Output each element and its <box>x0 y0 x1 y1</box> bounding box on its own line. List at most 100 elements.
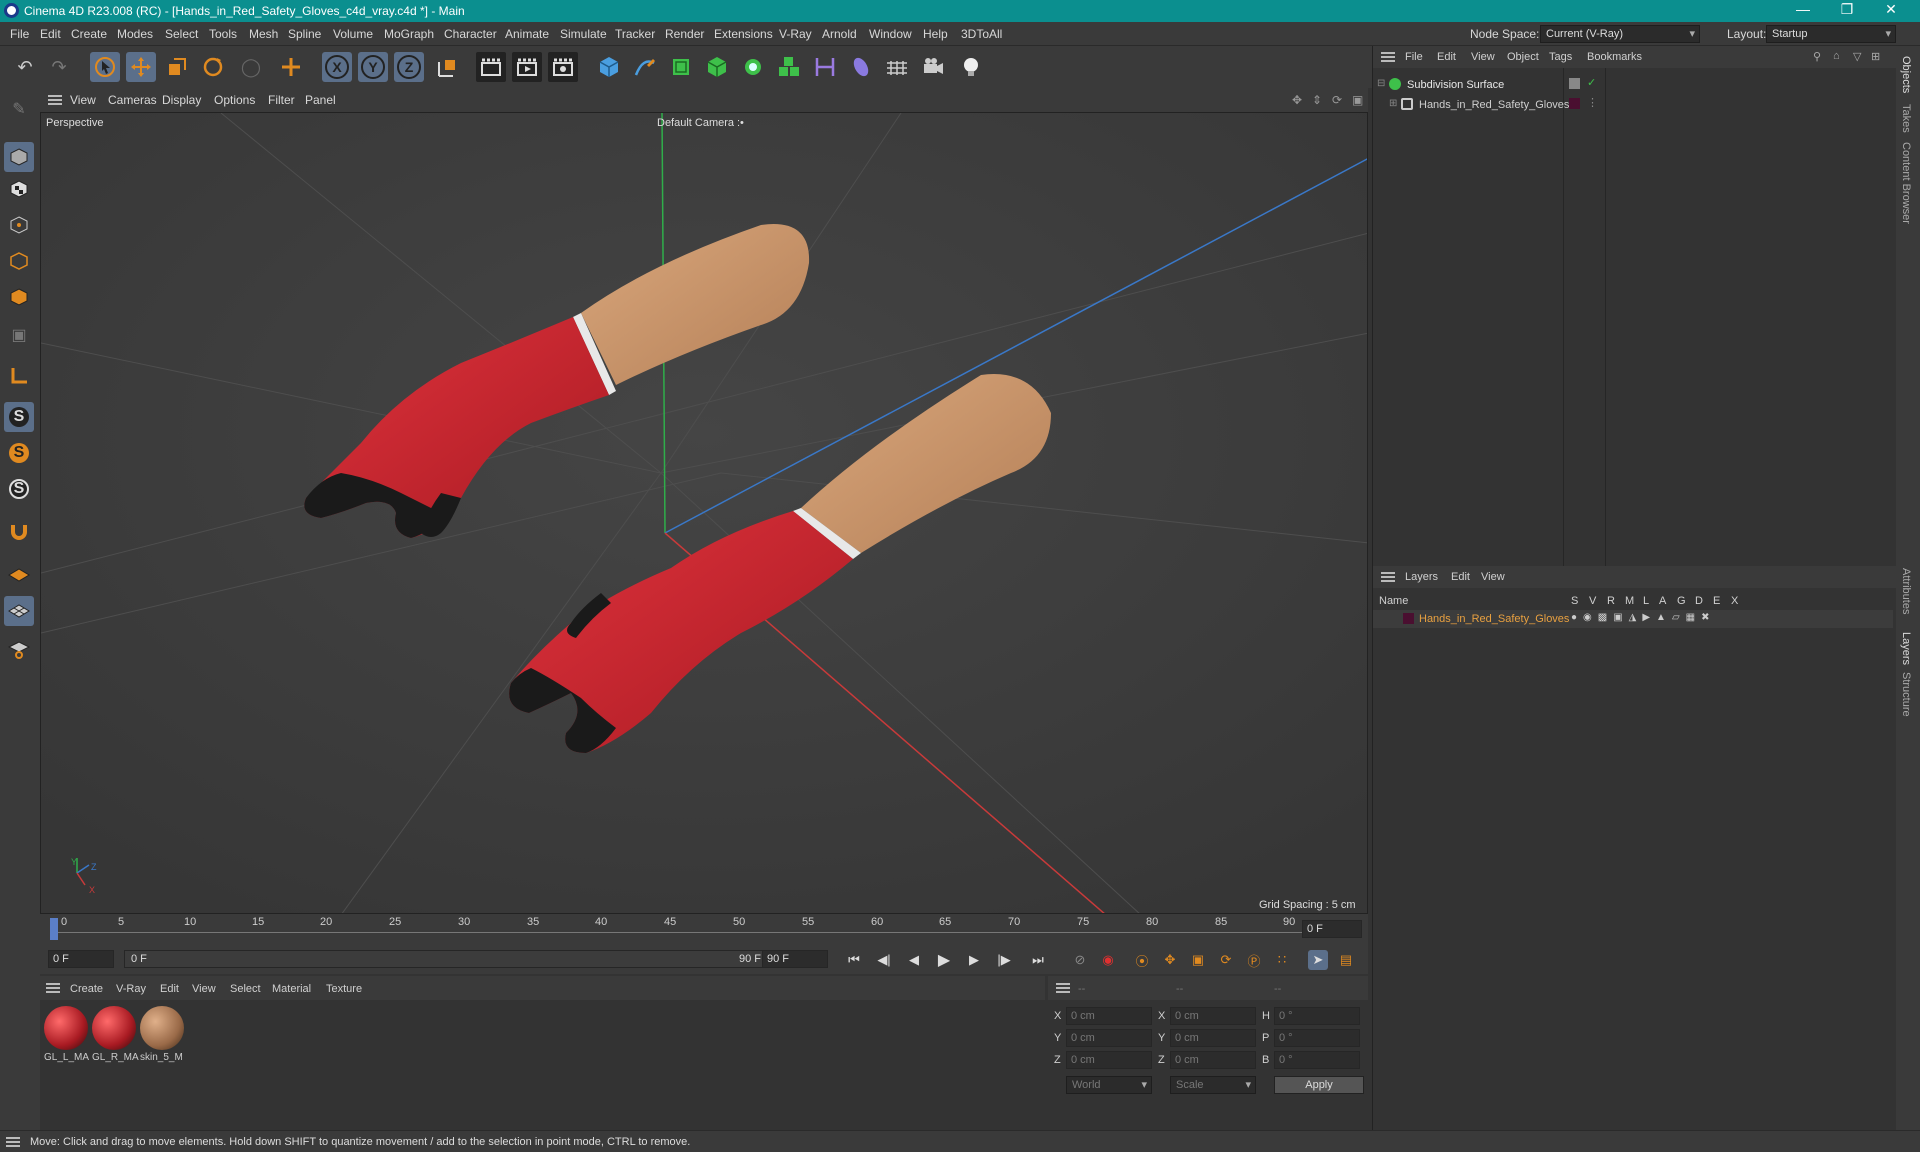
brush-button[interactable]: ✎ <box>4 94 34 124</box>
objects-menu-object[interactable]: Object <box>1507 51 1539 63</box>
close-button[interactable]: ✕ <box>1876 1 1906 18</box>
next-frame-button[interactable]: ▶ <box>964 950 984 970</box>
objects-menu-edit[interactable]: Edit <box>1437 51 1456 63</box>
subdivision-surface-button[interactable] <box>666 52 696 82</box>
tab-layers[interactable]: Layers <box>1900 632 1912 665</box>
viewport-menu-view[interactable]: View <box>70 93 96 107</box>
floor-button[interactable] <box>882 52 912 82</box>
viewport-menu-panel[interactable]: Panel <box>305 93 336 107</box>
viewport-maximize-icon[interactable]: ▣ <box>1352 93 1363 107</box>
objects-menu-icon[interactable] <box>1381 52 1395 62</box>
viewport-zoom-icon[interactable]: ⇕ <box>1312 93 1322 107</box>
key-pla-button[interactable]: ∷ <box>1272 950 1292 970</box>
viewport-menu-display[interactable]: Display <box>162 93 201 107</box>
objects-menu-bookmarks[interactable]: Bookmarks <box>1587 51 1642 63</box>
goto-start-button[interactable]: ⏮ <box>844 950 864 970</box>
rotation-p-field[interactable]: 0 ° <box>1274 1029 1360 1047</box>
motion-system-button[interactable]: ➤ <box>1308 950 1328 970</box>
live-select-button[interactable]: ◯ <box>236 52 266 82</box>
search-icon[interactable]: ⚲ <box>1813 50 1821 63</box>
key-scale-button[interactable]: ▣ <box>1188 950 1208 970</box>
apply-button[interactable]: Apply <box>1274 1076 1364 1094</box>
material-menu-edit[interactable]: Edit <box>160 983 179 995</box>
tab-objects[interactable]: Objects <box>1900 56 1912 93</box>
field-button[interactable] <box>846 52 876 82</box>
start-frame-field[interactable]: 0 F <box>48 950 114 968</box>
timeline-window-button[interactable]: ▤ <box>1336 950 1356 970</box>
layers-menu-icon[interactable] <box>1381 572 1395 582</box>
cloner-button[interactable] <box>738 52 768 82</box>
menu-mesh[interactable]: Mesh <box>249 27 278 41</box>
menu-file[interactable]: File <box>10 27 29 41</box>
transform-tool-button[interactable] <box>276 52 306 82</box>
tree-toggle-icon[interactable]: ⊟ <box>1377 78 1385 89</box>
size-x-field[interactable]: 0 cm <box>1170 1007 1256 1025</box>
material-menu-view[interactable]: View <box>192 983 216 995</box>
visibility-dots-icon[interactable]: ⋮ <box>1587 96 1598 109</box>
key-move-button[interactable]: ✥ <box>1160 950 1180 970</box>
menu-volume[interactable]: Volume <box>333 27 373 41</box>
frame-range-slider[interactable]: 0 F 90 F <box>124 950 784 968</box>
tab-attributes[interactable]: Attributes <box>1900 568 1912 614</box>
node-space-select[interactable]: Current (V-Ray) <box>1540 25 1700 43</box>
layers-menu-edit[interactable]: Edit <box>1451 571 1470 583</box>
layers-menu-view[interactable]: View <box>1481 571 1505 583</box>
enabled-check-icon[interactable]: ✓ <box>1587 76 1596 89</box>
render-view-button[interactable] <box>476 52 506 82</box>
viewport-rotate-icon[interactable]: ⟳ <box>1332 93 1342 107</box>
viewport-menu-cameras[interactable]: Cameras <box>108 93 157 107</box>
rotate-tool-button[interactable] <box>198 52 228 82</box>
viewport-menu-icon[interactable] <box>48 95 62 105</box>
viewport-perspective[interactable]: Perspective Default Camera :• Grid Spaci… <box>40 112 1368 914</box>
model-mode-button[interactable] <box>4 142 34 172</box>
viewport-menu-options[interactable]: Options <box>214 93 255 107</box>
object-row[interactable]: ⊟ Subdivision Surface ✓ <box>1373 76 1893 94</box>
tab-content-browser[interactable]: Content Browser <box>1900 142 1912 224</box>
tab-structure[interactable]: Structure <box>1900 672 1912 717</box>
point-mode-button[interactable] <box>4 210 34 240</box>
current-frame-field[interactable]: 0 F <box>1302 920 1362 938</box>
material-menu-icon[interactable] <box>46 983 60 993</box>
move-tool-button[interactable] <box>126 52 156 82</box>
menu-animate[interactable]: Animate <box>505 27 549 41</box>
workplane-snap-button[interactable]: S <box>4 474 34 504</box>
grid-button[interactable] <box>4 596 34 626</box>
material-menu-select[interactable]: Select <box>230 983 261 995</box>
menu-create[interactable]: Create <box>71 27 107 41</box>
layer-color-icon[interactable] <box>1569 98 1580 109</box>
tree-toggle-icon[interactable]: ⊞ <box>1389 98 1397 109</box>
position-z-field[interactable]: 0 cm <box>1066 1051 1152 1069</box>
key-position-button[interactable]: ⦿ <box>1132 950 1152 970</box>
polygon-mode-button[interactable] <box>4 282 34 312</box>
render-settings-button[interactable] <box>548 52 578 82</box>
layer-row[interactable]: Hands_in_Red_Safety_Gloves ●◉▩▣◮▶▲▱▦✖ <box>1373 610 1893 628</box>
light-button[interactable] <box>956 52 986 82</box>
record-disabled-button[interactable]: ⊘ <box>1070 950 1090 970</box>
spline-pen-button[interactable] <box>630 52 660 82</box>
layer-flags-icons[interactable]: ●◉▩▣◮▶▲▱▦✖ <box>1571 612 1715 623</box>
camera-button[interactable] <box>918 52 948 82</box>
layer-color-swatch[interactable] <box>1403 613 1414 624</box>
coord-mode-select[interactable]: World <box>1066 1076 1152 1094</box>
menu-tracker[interactable]: Tracker <box>615 27 655 41</box>
edge-mode-button[interactable] <box>4 246 34 276</box>
locked-workplane-button[interactable] <box>4 634 34 664</box>
key-param-button[interactable]: Ⓟ <box>1244 950 1264 970</box>
position-x-field[interactable]: 0 cm <box>1066 1007 1152 1025</box>
material-menu-texture[interactable]: Texture <box>326 983 362 995</box>
autokey-button[interactable]: ◉ <box>1098 950 1118 970</box>
material-menu-material[interactable]: Material <box>272 983 311 995</box>
next-key-button[interactable]: |▶ <box>994 950 1014 970</box>
menu-arnold[interactable]: Arnold <box>822 27 857 41</box>
menu-help[interactable]: Help <box>923 27 948 41</box>
material-swatch[interactable]: GL_R_MA <box>90 1004 139 1068</box>
material-menu-vray[interactable]: V-Ray <box>116 983 146 995</box>
menu-simulate[interactable]: Simulate <box>560 27 607 41</box>
viewport-move-icon[interactable]: ✥ <box>1292 93 1302 107</box>
menu-select[interactable]: Select <box>165 27 198 41</box>
menu-extensions[interactable]: Extensions <box>714 27 773 41</box>
redo-button[interactable]: ↷ <box>44 52 74 82</box>
snap-button[interactable]: S <box>4 402 34 432</box>
menu-render[interactable]: Render <box>665 27 704 41</box>
workplane-button[interactable] <box>4 560 34 590</box>
